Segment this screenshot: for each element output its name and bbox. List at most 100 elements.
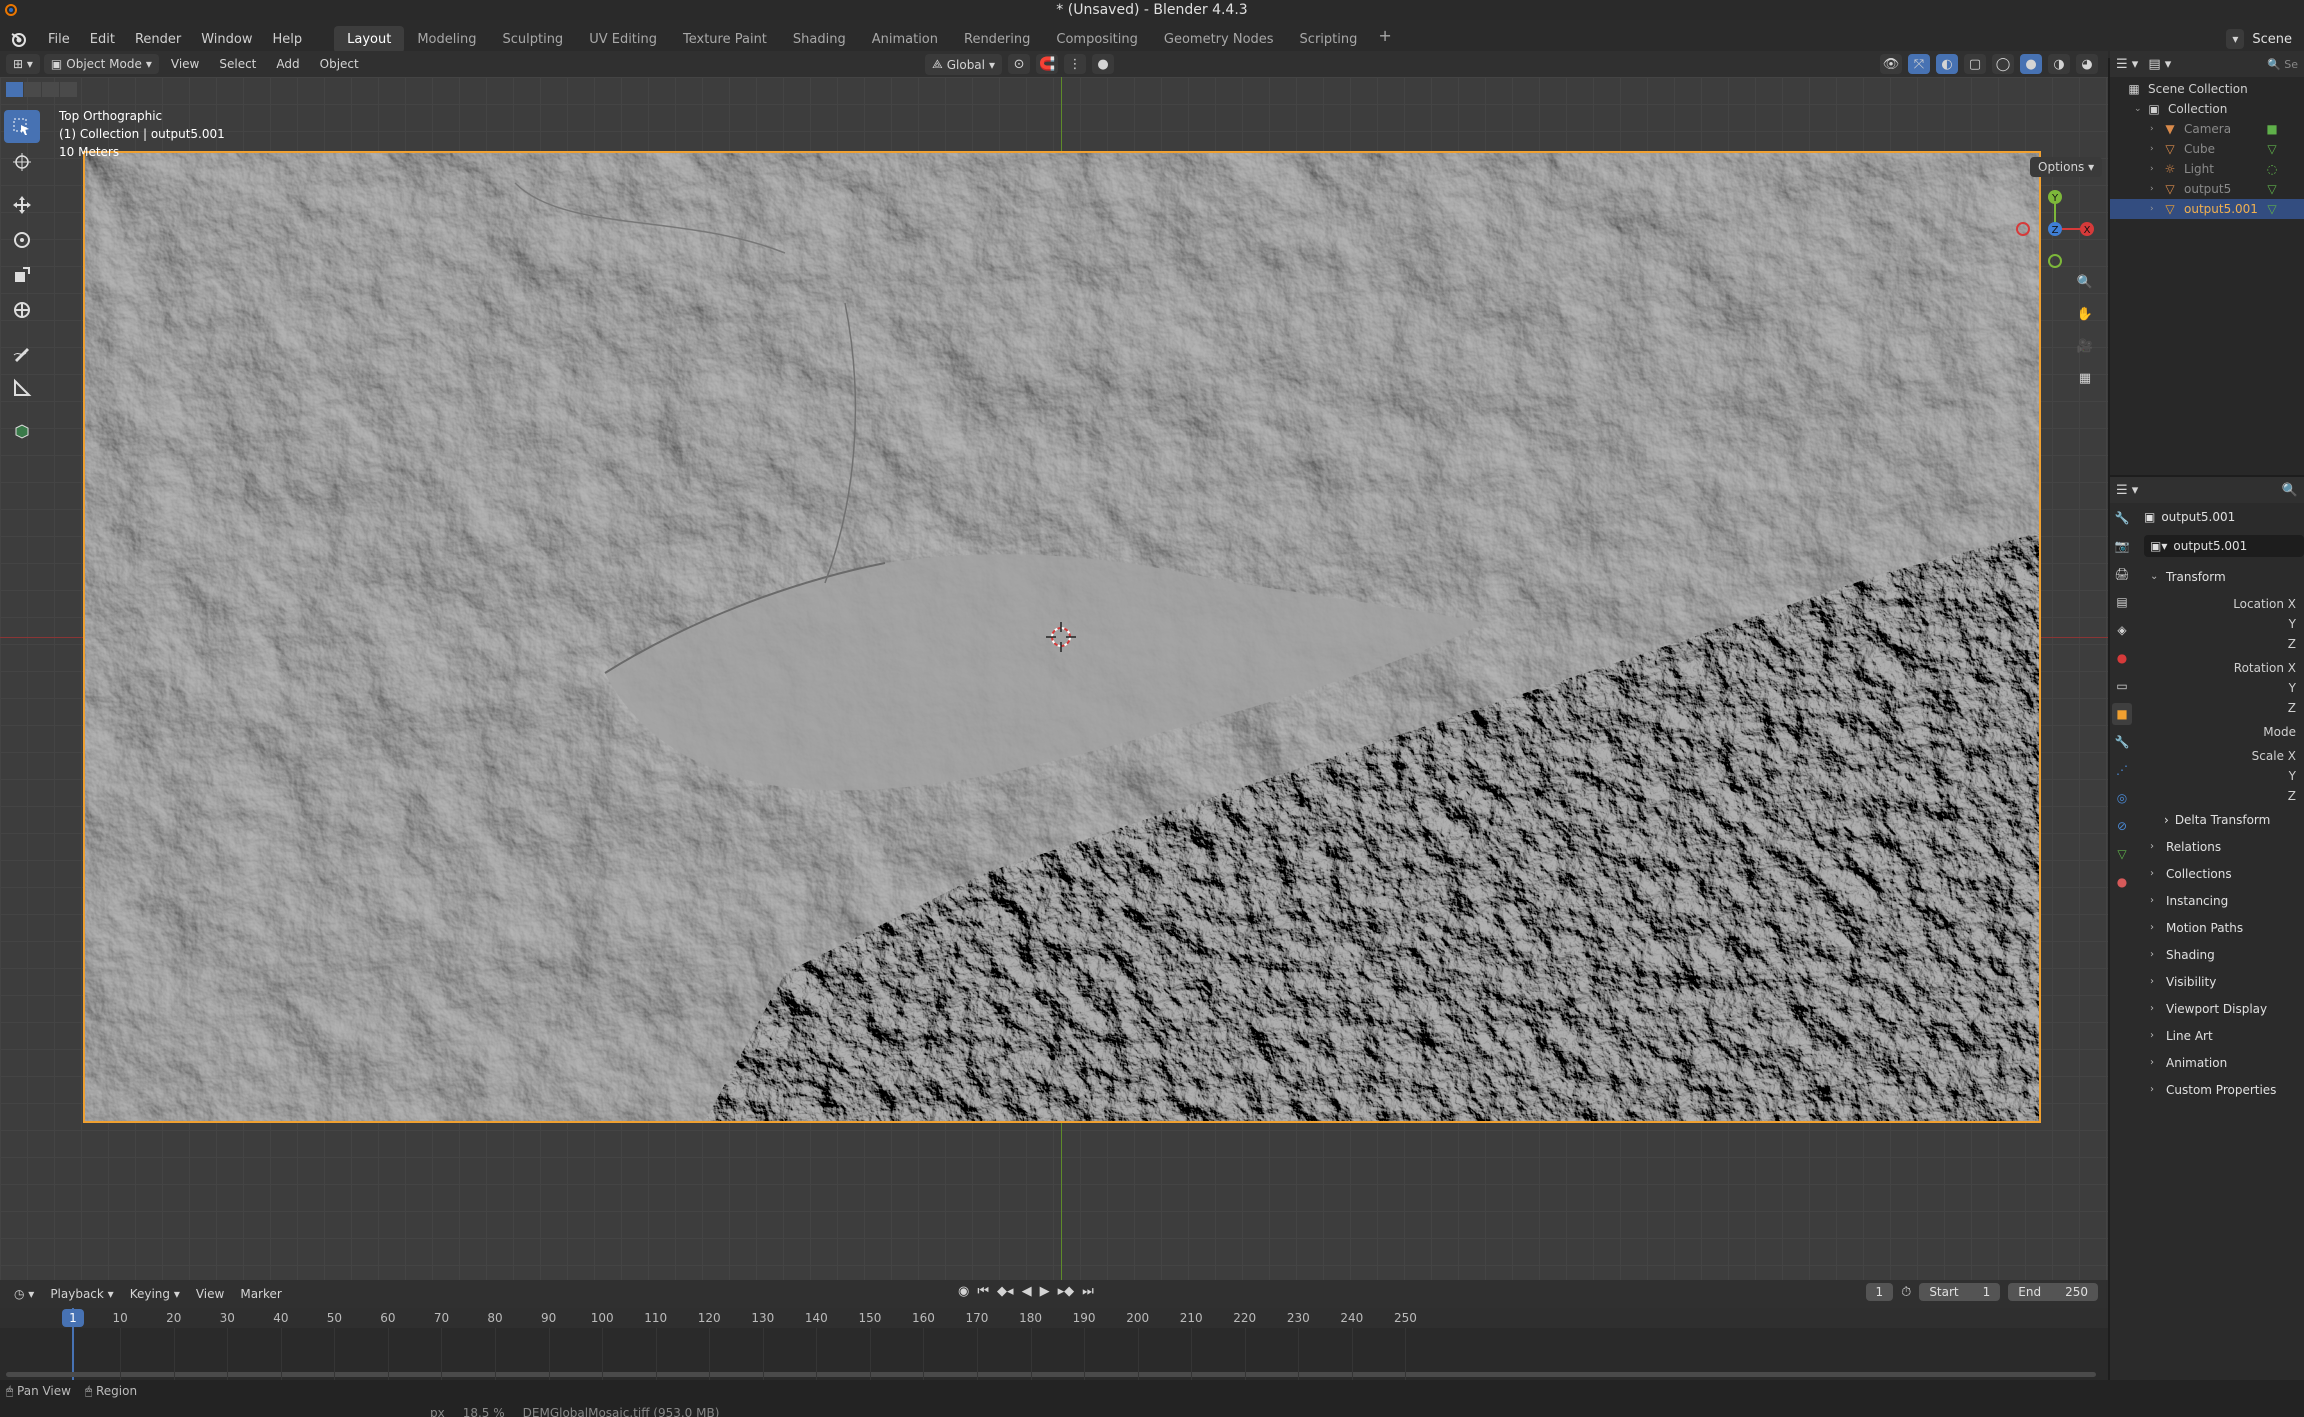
tab-geometry-nodes[interactable]: Geometry Nodes (1151, 26, 1287, 53)
view-layer-tab-icon[interactable]: ▤ (2112, 591, 2132, 613)
outliner-scene-collection[interactable]: ▦ Scene Collection (2110, 79, 2304, 99)
output-tab-icon[interactable]: 🖨 (2112, 563, 2132, 585)
gizmo-toggle-icon[interactable]: ⤧ (1908, 54, 1930, 74)
outliner-search-input[interactable]: 🔍 Se (2267, 58, 2298, 71)
location-x-field[interactable]: Location X (2144, 594, 2304, 614)
scale-y-field[interactable]: Y (2144, 766, 2304, 786)
outliner-output5-001[interactable]: › ▽ output5.001 ▽ (2110, 199, 2304, 219)
transform-panel-header[interactable]: ⌄ Transform (2144, 563, 2304, 590)
tab-texture-paint[interactable]: Texture Paint (670, 26, 780, 53)
physics-tab-icon[interactable]: ◎ (2112, 787, 2132, 809)
proportional-edit-icon[interactable]: ● (1092, 54, 1115, 74)
overlay-toggle-icon[interactable]: ◐ (1936, 54, 1958, 74)
select-new-icon[interactable] (6, 82, 23, 97)
select-extend-icon[interactable] (24, 82, 41, 97)
menu-help[interactable]: Help (263, 32, 313, 47)
line-art-panel[interactable]: › Line Art (2144, 1022, 2304, 1049)
add-cube-tool-icon[interactable] (4, 414, 40, 447)
outliner-camera[interactable]: › ▼ Camera ■ (2110, 119, 2304, 139)
start-frame-field[interactable]: Start 1 (1919, 1283, 2001, 1301)
tool-tab-icon[interactable]: 🔧 (2112, 507, 2132, 529)
transform-tool-icon[interactable] (4, 293, 40, 326)
outliner-collection[interactable]: ⌄ ▣ Collection (2110, 99, 2304, 119)
properties-editor-type-icon[interactable]: ☰ ▾ (2116, 483, 2138, 498)
menu-file[interactable]: File (38, 32, 80, 47)
cursor-tool-icon[interactable] (4, 145, 40, 178)
constraints-tab-icon[interactable]: ⊘ (2112, 815, 2132, 837)
mode-dropdown[interactable]: ▣ Object Mode ▾ (43, 54, 159, 74)
location-z-field[interactable]: Z (2144, 634, 2304, 654)
delta-transform-panel[interactable]: › Delta Transform (2144, 806, 2304, 833)
menu-marker[interactable]: Marker (232, 1287, 289, 1301)
preview-range-icon[interactable]: ⏱ (1901, 1285, 1911, 1300)
mesh-data-icon[interactable]: ▽ (2264, 202, 2280, 216)
rendered-shading-icon[interactable]: ◕ (2076, 54, 2098, 74)
timeline-scrollbar[interactable] (6, 1372, 2096, 1377)
tab-scripting[interactable]: Scripting (1287, 26, 1371, 53)
shading-panel[interactable]: › Shading (2144, 941, 2304, 968)
menu-add[interactable]: Add (268, 54, 307, 74)
expand-icon[interactable]: › (2150, 184, 2162, 194)
orientation-dropdown[interactable]: ⟁ Global ▾ (925, 54, 1003, 75)
move-tool-icon[interactable] (4, 188, 40, 221)
rotation-mode-dropdown[interactable]: Mode (2144, 722, 2304, 742)
location-y-field[interactable]: Y (2144, 614, 2304, 634)
tab-rendering[interactable]: Rendering (951, 26, 1043, 53)
solid-shading-icon[interactable]: ● (2020, 54, 2042, 74)
timeline-body[interactable]: 10 20 30 40 50 60 70 80 90 100 110 120 130 140 150 160 1… (0, 1308, 2108, 1380)
tab-layout[interactable]: Layout (334, 25, 405, 53)
menu-view[interactable]: View (163, 54, 207, 74)
rotation-z-field[interactable]: Z (2144, 698, 2304, 718)
jump-start-icon[interactable]: ⏮ (977, 1284, 989, 1299)
custom-properties-panel[interactable]: › Custom Properties (2144, 1076, 2304, 1103)
world-tab-icon[interactable]: ● (2112, 647, 2132, 669)
expand-icon[interactable]: › (2150, 124, 2162, 134)
data-tab-icon[interactable]: ▽ (2112, 843, 2132, 865)
jump-end-icon[interactable]: ⏭ (1082, 1284, 1094, 1299)
current-frame-field[interactable]: 1 (1865, 1283, 1894, 1301)
expand-icon[interactable]: › (2150, 144, 2162, 154)
select-box-icon[interactable] (4, 110, 40, 143)
object-tab-icon[interactable]: ■ (2112, 703, 2132, 725)
material-shading-icon[interactable]: ◑ (2048, 54, 2070, 74)
gizmo-y-negative[interactable] (2048, 254, 2062, 268)
visibility-panel[interactable]: › Visibility (2144, 968, 2304, 995)
rotation-y-field[interactable]: Y (2144, 678, 2304, 698)
display-mode-icon[interactable]: ▤ ▾ (2148, 57, 2171, 72)
menu-playback[interactable]: Playback ▾ (42, 1287, 121, 1301)
visibility-icon[interactable]: 👁 (1880, 54, 1902, 74)
tab-uv-editing[interactable]: UV Editing (576, 26, 670, 53)
tab-shading[interactable]: Shading (780, 26, 859, 53)
material-tab-icon[interactable]: ● (2112, 871, 2132, 893)
collections-panel[interactable]: › Collections (2144, 860, 2304, 887)
menu-object[interactable]: Object (312, 54, 367, 74)
tab-compositing[interactable]: Compositing (1043, 26, 1151, 53)
ortho-grid-icon[interactable]: ▦ (2072, 365, 2098, 391)
play-icon[interactable]: ▶ (1040, 1284, 1050, 1299)
menu-keying[interactable]: Keying ▾ (122, 1287, 188, 1301)
play-reverse-icon[interactable]: ◀ (1022, 1284, 1032, 1299)
menu-select[interactable]: Select (211, 54, 264, 74)
tab-sculpting[interactable]: Sculpting (489, 26, 576, 53)
snap-target-icon[interactable]: ⋮ (1064, 54, 1087, 74)
annotate-tool-icon[interactable] (4, 336, 40, 369)
expand-icon[interactable]: › (2150, 164, 2162, 174)
end-frame-field[interactable]: End 250 (2008, 1283, 2098, 1301)
3d-cursor-icon[interactable] (1046, 622, 1076, 652)
menu-window[interactable]: Window (191, 32, 262, 47)
animation-panel[interactable]: › Animation (2144, 1049, 2304, 1076)
playhead-frame-label[interactable]: 1 (62, 1309, 84, 1327)
select-intersect-icon[interactable] (60, 82, 77, 97)
gizmo-x-negative[interactable] (2016, 222, 2030, 236)
outliner-editor-type-icon[interactable]: ☰ ▾ (2116, 57, 2138, 72)
modifier-tab-icon[interactable]: 🔧 (2112, 731, 2132, 753)
relations-panel[interactable]: › Relations (2144, 833, 2304, 860)
editor-type-button[interactable]: ⊞ ▾ (6, 54, 40, 74)
instancing-panel[interactable]: › Instancing (2144, 887, 2304, 914)
menu-render[interactable]: Render (125, 32, 191, 47)
mesh-data-icon[interactable]: ▽ (2264, 142, 2280, 156)
outliner-light[interactable]: › ☼ Light ◌ (2110, 159, 2304, 179)
properties-search-icon[interactable]: 🔍 (2282, 483, 2298, 498)
expand-icon[interactable]: › (2150, 204, 2162, 214)
options-dropdown[interactable]: Options ▾ (2030, 157, 2103, 177)
